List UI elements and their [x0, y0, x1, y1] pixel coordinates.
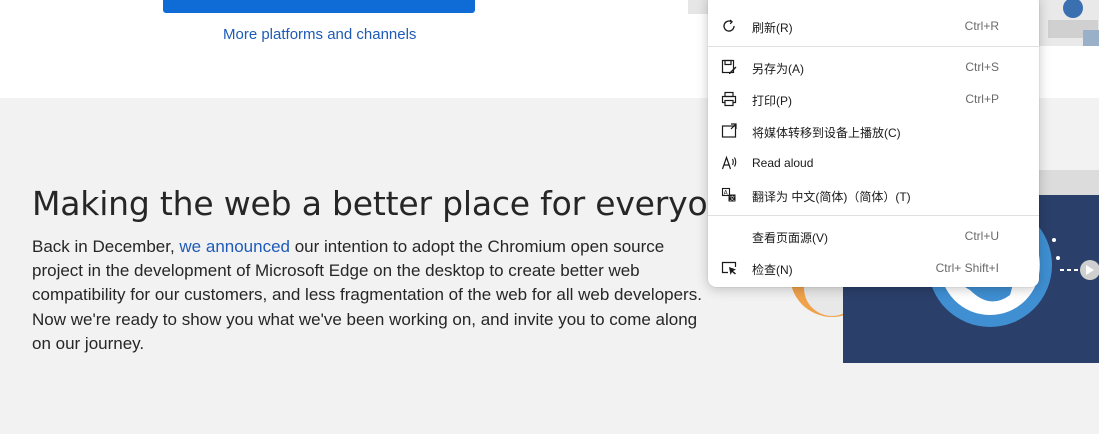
menu-label-print: 打印(P)	[752, 94, 792, 108]
section-body: Back in December, we announced our inten…	[32, 235, 712, 356]
menu-label-cast: 将媒体转移到设备上播放(C)	[752, 126, 901, 140]
section-headline: Making the web a better place for everyo…	[32, 184, 749, 223]
context-menu: 刷新(R) Ctrl+R 另存为(A) Ctrl+S 打印(P) Ctrl+P …	[708, 0, 1039, 287]
menu-item-read-aloud[interactable]: Read aloud	[708, 147, 1039, 179]
svg-text:文: 文	[730, 194, 736, 202]
menu-label-read-aloud: Read aloud	[752, 156, 814, 170]
menu-item-inspect[interactable]: 检查(N) Ctrl+ Shift+I	[708, 252, 1039, 284]
translate-icon: A 文	[721, 187, 736, 202]
shortcut-view-source: Ctrl+U	[964, 229, 999, 243]
menu-label-save-as: 另存为(A)	[752, 62, 804, 76]
download-button[interactable]	[163, 0, 475, 13]
menu-item-view-source[interactable]: 查看页面源(V) Ctrl+U	[708, 220, 1039, 252]
more-platforms-link[interactable]: More platforms and channels	[223, 26, 416, 43]
announced-link[interactable]: we announced	[179, 237, 290, 256]
cast-media-icon	[721, 123, 737, 138]
shortcut-save-as: Ctrl+S	[965, 60, 999, 74]
read-aloud-icon	[721, 155, 737, 170]
menu-label-inspect: 检查(N)	[752, 263, 793, 277]
menu-item-save-as[interactable]: 另存为(A) Ctrl+S	[708, 51, 1039, 83]
menu-item-cast[interactable]: 将媒体转移到设备上播放(C)	[708, 115, 1039, 147]
print-icon	[721, 91, 737, 107]
refresh-icon	[723, 19, 735, 32]
menu-label-translate: 翻译为 中文(简体)（简体）(T)	[752, 190, 911, 204]
menu-item-print[interactable]: 打印(P) Ctrl+P	[708, 83, 1039, 115]
shortcut-refresh: Ctrl+R	[964, 19, 999, 33]
menu-item-translate[interactable]: A 文 翻译为 中文(简体)（简体）(T)	[708, 179, 1039, 211]
save-as-icon	[721, 59, 737, 74]
menu-item-refresh[interactable]: 刷新(R) Ctrl+R	[708, 10, 1039, 42]
inspect-icon	[721, 261, 737, 275]
body-text-start: Back in December,	[32, 237, 180, 256]
menu-separator	[708, 215, 1039, 216]
shortcut-print: Ctrl+P	[965, 92, 999, 106]
shortcut-inspect: Ctrl+ Shift+I	[935, 261, 999, 275]
menu-separator	[708, 46, 1039, 47]
menu-label-view-source: 查看页面源(V)	[752, 231, 828, 245]
menu-label-refresh: 刷新(R)	[752, 21, 793, 35]
